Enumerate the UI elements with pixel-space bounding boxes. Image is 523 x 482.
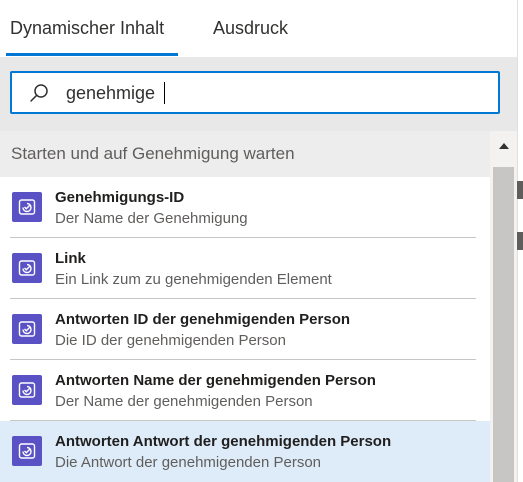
list-item[interactable]: Genehmigungs-ID Der Name der Genehmigung bbox=[0, 177, 490, 238]
list-item[interactable]: Link Ein Link zum zu genehmigenden Eleme… bbox=[0, 238, 490, 299]
tab-bar: Dynamischer Inhalt Ausdruck bbox=[0, 0, 517, 57]
edge-marker bbox=[517, 181, 523, 199]
list-item-selected[interactable]: Antworten Antwort der genehmigenden Pers… bbox=[0, 421, 490, 482]
vertical-scrollbar[interactable] bbox=[490, 131, 517, 482]
section-header: Starten und auf Genehmigung warten bbox=[0, 131, 490, 177]
item-subtitle: Der Name der genehmigenden Person bbox=[55, 393, 313, 410]
item-subtitle: Ein Link zum zu genehmigenden Element bbox=[55, 271, 332, 288]
approval-icon bbox=[12, 253, 42, 283]
search-box[interactable] bbox=[10, 71, 500, 114]
tab-dynamic-content[interactable]: Dynamischer Inhalt bbox=[10, 0, 178, 57]
tab-expression[interactable]: Ausdruck bbox=[213, 0, 303, 57]
approval-icon bbox=[12, 436, 42, 466]
approval-icon bbox=[12, 375, 42, 405]
item-title: Genehmigungs-ID bbox=[55, 189, 185, 206]
dynamic-content-list: Genehmigungs-ID Der Name der Genehmigung… bbox=[0, 177, 490, 482]
item-subtitle: Der Name der Genehmigung bbox=[55, 210, 248, 227]
item-title: Antworten Name der genehmigenden Person bbox=[55, 372, 376, 389]
active-tab-indicator bbox=[6, 53, 178, 56]
item-subtitle: Die Antwort der genehmigenden Person bbox=[55, 454, 322, 471]
text-caret bbox=[164, 82, 165, 104]
search-input[interactable] bbox=[66, 79, 486, 107]
item-subtitle: Die ID der genehmigenden Person bbox=[55, 332, 286, 349]
approval-icon bbox=[12, 314, 42, 344]
search-area bbox=[0, 57, 517, 131]
scroll-thumb[interactable] bbox=[493, 167, 514, 482]
item-title: Antworten ID der genehmigenden Person bbox=[55, 311, 351, 328]
list-item[interactable]: Antworten Name der genehmigenden Person … bbox=[0, 360, 490, 421]
list-item[interactable]: Antworten ID der genehmigenden Person Di… bbox=[0, 299, 490, 360]
scroll-up-button[interactable] bbox=[490, 131, 517, 161]
item-title: Link bbox=[55, 250, 86, 267]
dynamic-content-panel: Dynamischer Inhalt Ausdruck Starten und … bbox=[0, 0, 523, 482]
search-icon bbox=[28, 82, 50, 104]
item-title: Antworten Antwort der genehmigenden Pers… bbox=[55, 433, 392, 450]
edge-marker bbox=[517, 232, 523, 250]
approval-icon bbox=[12, 192, 42, 222]
chevron-up-icon bbox=[498, 143, 509, 149]
